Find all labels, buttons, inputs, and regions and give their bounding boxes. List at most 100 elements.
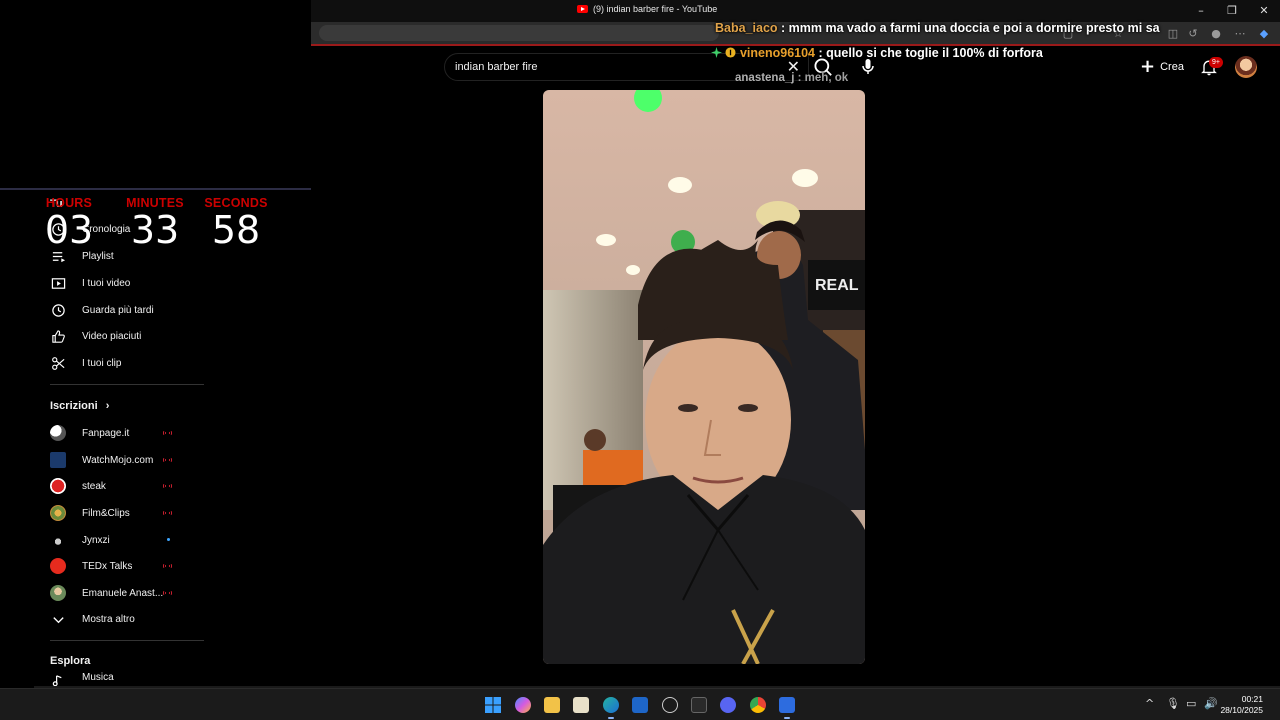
svg-text:REAL: REAL [815,277,859,294]
chat-username: vineno96104 [739,46,816,60]
store-icon[interactable] [573,697,589,713]
scissors-icon [50,355,66,371]
music-note-icon [50,672,66,686]
live-icon [163,563,172,569]
timer-minutes: MINUTES 33 [115,196,195,250]
subscription-item[interactable]: Film&Clips [50,501,172,525]
show-more-button[interactable]: Mostra altro [50,607,186,631]
channel-name: steak [82,480,106,492]
channel-name: Fanpage.it [82,427,130,439]
subscription-item[interactable]: Emanuele Anast... [50,581,172,605]
more-menu-icon[interactable]: ⋯ [1233,27,1247,41]
sidebar-item-music[interactable]: Musica [50,672,186,686]
history-icon[interactable]: ↺ [1186,27,1200,41]
thumbs-up-icon [50,328,66,344]
create-button[interactable]: + Crea [1134,54,1186,80]
chat-message: vineno96104 : quello si che toglie il 10… [711,46,1043,60]
account-avatar[interactable] [1235,56,1257,78]
start-button[interactable] [485,697,501,713]
terminal-icon[interactable] [691,697,707,713]
channel-name: Film&Clips [82,507,130,519]
edge-browser-icon[interactable] [603,697,619,713]
channel-avatar [50,478,66,494]
volume-icon[interactable]: 🔊 [1204,697,1218,710]
tray-chevron-icon[interactable]: ^ [1145,697,1154,710]
outlook-icon[interactable] [632,697,648,713]
sidebar-item-your-clips[interactable]: I tuoi clip [50,351,186,375]
network-icon[interactable]: ▭ [1186,697,1196,710]
plus-icon: + [1140,56,1156,77]
file-explorer-icon[interactable] [544,697,560,713]
youtube-favicon-icon [577,5,588,13]
show-more-label: Mostra altro [82,613,135,625]
windows-taskbar: ^ 🎙 ▭ 🔊 00:21 28/10/2025 [0,688,1280,720]
chat-text: : meh, ok [797,72,849,84]
hours-value: 03 [44,208,94,252]
clock-date: 28/10/2025 [1220,705,1263,715]
app-icon[interactable] [779,697,795,713]
chrome-icon[interactable] [750,697,766,713]
sidebar-item-liked-videos[interactable]: Video piaciuti [50,324,186,348]
address-bar[interactable] [319,25,719,41]
clock-time: 00:21 [1241,694,1263,704]
video-frame: REAL [543,90,865,664]
copilot-icon[interactable]: ◆ [1257,27,1271,41]
create-label: Crea [1160,61,1184,73]
new-content-dot [167,538,170,541]
profile-icon[interactable]: ● [1209,27,1223,41]
sidebar-item-label: I tuoi clip [82,357,122,369]
notification-count-badge: 9+ [1209,57,1223,68]
channel-avatar [50,452,66,468]
explore-heading: Esplora [50,655,90,667]
minimize-button[interactable]: – [1188,2,1214,20]
watch-later-icon [50,302,66,318]
subscription-item[interactable]: steak [50,474,172,498]
seconds-value: 58 [211,208,261,252]
live-icon [163,483,172,489]
chevron-right-icon: › [105,400,110,412]
timer-hours: HOURS 03 [40,196,98,250]
subscription-item[interactable]: Fanpage.it [50,421,172,445]
subscriber-badge-icon [725,47,737,58]
live-icon [163,510,172,516]
subscription-item[interactable]: WatchMojo.com [50,448,172,472]
chat-username: Baba_iaco [715,21,778,35]
chat-username: anastena_j [735,72,795,84]
sidebar-divider [50,640,204,641]
channel-name: WatchMojo.com [82,454,154,466]
active-app-indicator [784,717,790,719]
sidebar-item-your-videos[interactable]: I tuoi video [50,271,186,295]
minutes-value: 33 [130,208,180,252]
channel-avatar [50,558,66,574]
live-icon [163,430,172,436]
obs-icon[interactable] [662,697,678,713]
subscriptions-title: Iscrizioni [50,400,98,412]
chat-message: anastena_j : meh, ok [735,72,848,84]
split-screen-icon[interactable]: ◫ [1166,27,1180,41]
window-title: (9) indian barber fire - YouTube [577,4,717,14]
live-icon [163,590,172,596]
sidebar-item-watch-later[interactable]: Guarda più tardi [50,298,186,322]
your-videos-icon [50,275,66,291]
sidebar-divider [50,384,204,385]
explore-title: Esplora [50,655,91,667]
subscriptions-heading[interactable]: Iscrizioni › [50,400,109,412]
subscription-item[interactable]: Jynxzi [50,528,172,552]
sidebar-item-label: Guarda più tardi [82,304,154,316]
system-clock[interactable]: 00:21 28/10/2025 [1220,694,1263,716]
window-title-text: (9) indian barber fire - YouTube [593,4,718,14]
search-query-text: indian barber fire [455,61,538,73]
close-window-button[interactable]: ✕ [1251,2,1277,20]
sidebar: Tu Cronologia Playlist I tuoi video Guar… [34,190,204,686]
channel-name: Emanuele Anast... [82,587,164,599]
copilot-app-icon[interactable] [515,697,531,713]
video-player[interactable]: REAL [543,90,865,664]
restore-button[interactable]: ❐ [1219,2,1245,20]
chat-message: Baba_iaco : mmm ma vado a farmi una docc… [715,21,1160,35]
live-icon [163,457,172,463]
subscription-item[interactable]: TEDx Talks [50,554,172,578]
chat-text: : mmm ma vado a farmi una doccia e poi a… [781,21,1160,35]
sidebar-item-label: Musica [82,672,114,683]
discord-icon[interactable] [720,697,736,713]
microphone-tray-icon[interactable]: 🎙 [1166,697,1180,710]
